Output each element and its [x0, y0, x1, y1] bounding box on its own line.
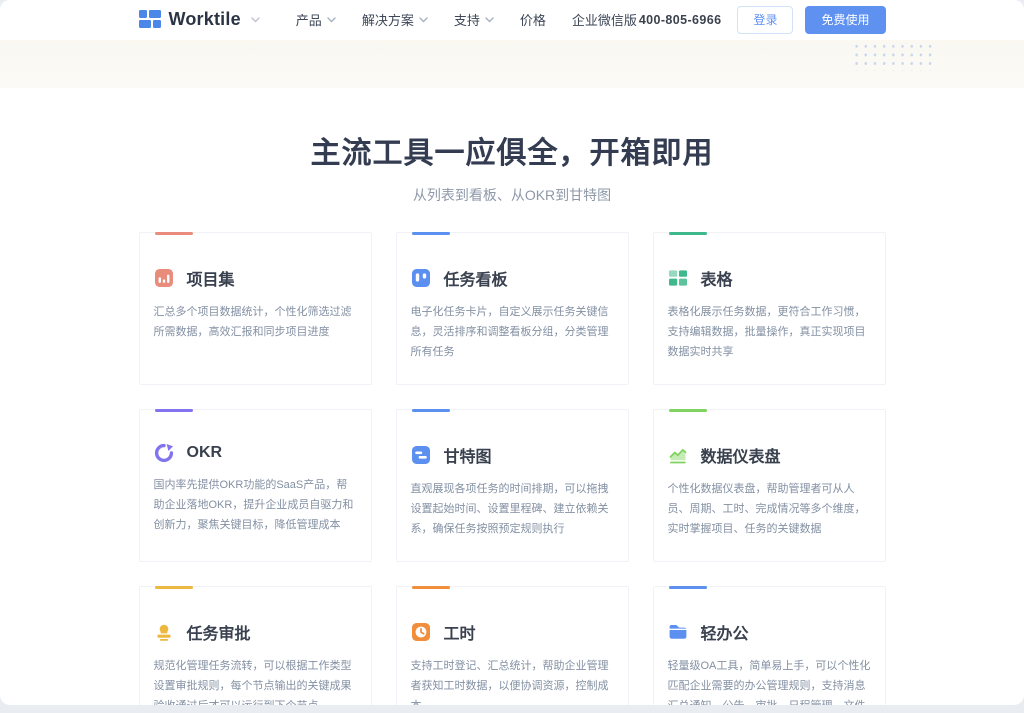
nav-links: 产品 解决方案 支持 价格 企业微信版 [296, 10, 637, 29]
card-accent-bar [668, 232, 707, 235]
card-accent-bar [154, 409, 193, 412]
folder-icon [669, 625, 686, 639]
card-project-portfolio: 项目集 汇总多个项目数据统计，个性化筛选过滤所需数据，高效汇报和同步项目进度 [138, 232, 372, 385]
worktile-logo[interactable]: Worktile [138, 9, 260, 31]
card-accent-bar [411, 586, 450, 589]
chevron-down-icon [327, 17, 336, 23]
card-kanban: 任务看板 电子化任务卡片，自定义展示任务关键信息，灵活排序和调整看板分组，分类管… [395, 232, 629, 385]
card-description: 个性化数据仪表盘，帮助管理者可从人员、周期、工时、完成情况等多个维度，实时掌握项… [667, 483, 866, 535]
brand-name: Worktile [168, 9, 241, 30]
dashboard-line-chart-icon [669, 449, 686, 464]
nav-item-pricing[interactable]: 价格 [520, 10, 546, 29]
nav-item-products[interactable]: 产品 [296, 10, 336, 29]
chevron-down-icon [419, 17, 428, 23]
browser-page: Worktile 产品 解决方案 支持 价格 企业微信版 400-805-696… [0, 0, 1024, 705]
card-accent-bar [668, 586, 707, 589]
card-description: 轻量级OA工具，简单易上手，可以个性化匹配企业需要的办公管理规则，支持消息汇总通… [667, 660, 871, 705]
card-timesheet: 工时 支持工时登记、汇总统计，帮助企业管理者获知工时数据，以便协调资源，控制成本 [395, 586, 629, 705]
card-table: 表格 表格化展示任务数据，更符合工作习惯，支持编辑数据，批量操作，真正实现项目数… [652, 232, 886, 385]
login-button[interactable]: 登录 [737, 5, 794, 35]
card-description: 表格化展示任务数据，更符合工作习惯，支持编辑数据，批量操作，真正实现项目数据实时… [667, 306, 866, 358]
page-title: 主流工具一应俱全，开箱即用 [310, 137, 714, 170]
card-title: 工时 [443, 626, 476, 643]
card-title: OKR [186, 444, 223, 461]
card-description: 国内率先提供OKR功能的SaaS产品，帮助企业落地OKR，提升企业成员自驱力和创… [153, 479, 354, 531]
card-title: 任务审批 [186, 626, 251, 643]
feature-card-grid: 项目集 汇总多个项目数据统计，个性化筛选过滤所需数据，高效汇报和同步项目进度 任… [138, 232, 886, 705]
nav-right-group: 400-805-6966 登录 免费使用 [638, 5, 886, 35]
card-title: 任务看板 [443, 272, 508, 289]
card-gantt: 甘特图 直观展现各项任务的时间排期，可以拖拽设置起始时间、设置里程碑、建立依赖关… [395, 409, 629, 562]
page-subtitle: 从列表到看板、从OKR到甘特图 [412, 187, 612, 203]
nav-item-label: 产品 [295, 13, 322, 29]
worktile-grid-icon [138, 9, 161, 28]
nav-item-label: 价格 [519, 13, 546, 29]
card-description: 规范化管理任务流转，可以根据工作类型设置审批规则，每个节点输出的关键成果验收通过… [153, 660, 352, 705]
card-description: 汇总多个项目数据统计，个性化筛选过滤所需数据，高效汇报和同步项目进度 [153, 306, 352, 338]
bar-chart-icon [154, 269, 173, 287]
free-trial-button[interactable]: 免费使用 [805, 5, 886, 35]
clock-icon [411, 623, 430, 641]
card-accent-bar [154, 586, 193, 589]
card-title: 轻办公 [700, 626, 749, 643]
card-description: 直观展现各项任务的时间排期，可以拖拽设置起始时间、设置里程碑、建立依赖关系，确保… [410, 483, 609, 535]
top-navbar: Worktile 产品 解决方案 支持 价格 企业微信版 400-805-696… [0, 0, 1024, 40]
card-description: 支持工时登记、汇总统计，帮助企业管理者获知工时数据，以便协调资源，控制成本 [410, 660, 609, 705]
hero-section: 主流工具一应俱全，开箱即用 从列表到看板、从OKR到甘特图 [0, 88, 1024, 205]
card-description: 电子化任务卡片，自定义展示任务关键信息，灵活排序和调整看板分组，分类管理所有任务 [410, 306, 609, 358]
hero-top-band [0, 40, 1024, 88]
card-accent-bar [154, 232, 193, 235]
card-accent-bar [411, 232, 450, 235]
chevron-down-icon [251, 17, 260, 23]
card-title: 甘特图 [443, 449, 492, 466]
nav-item-wecom-edition[interactable]: 企业微信版 [572, 10, 637, 29]
card-okr: OKR 国内率先提供OKR功能的SaaS产品，帮助企业落地OKR，提升企业成员自… [138, 409, 372, 562]
nav-item-support[interactable]: 支持 [454, 10, 494, 29]
nav-item-label: 企业微信版 [571, 13, 637, 29]
chevron-down-icon [485, 17, 494, 23]
card-light-office: 轻办公 轻量级OA工具，简单易上手，可以个性化匹配企业需要的办公管理规则，支持消… [652, 586, 886, 705]
nav-item-solutions[interactable]: 解决方案 [362, 10, 428, 29]
card-dashboard: 数据仪表盘 个性化数据仪表盘，帮助管理者可从人员、周期、工时、完成情况等多个维度… [652, 409, 886, 562]
table-icon [668, 270, 687, 286]
okr-circular-arrow-icon [154, 443, 173, 463]
card-title: 项目集 [186, 272, 235, 289]
approval-stamp-icon [156, 624, 171, 641]
gantt-chart-icon [411, 446, 430, 464]
card-accent-bar [668, 409, 707, 412]
nav-item-label: 解决方案 [361, 13, 414, 29]
dot-grid-decoration [852, 42, 938, 71]
nav-item-label: 支持 [453, 13, 480, 29]
card-title: 数据仪表盘 [700, 449, 781, 466]
kanban-board-icon [411, 269, 430, 287]
card-approval: 任务审批 规范化管理任务流转，可以根据工作类型设置审批规则，每个节点输出的关键成… [138, 586, 372, 705]
phone-number: 400-805-6966 [638, 12, 722, 27]
card-accent-bar [411, 409, 450, 412]
card-title: 表格 [700, 272, 733, 289]
